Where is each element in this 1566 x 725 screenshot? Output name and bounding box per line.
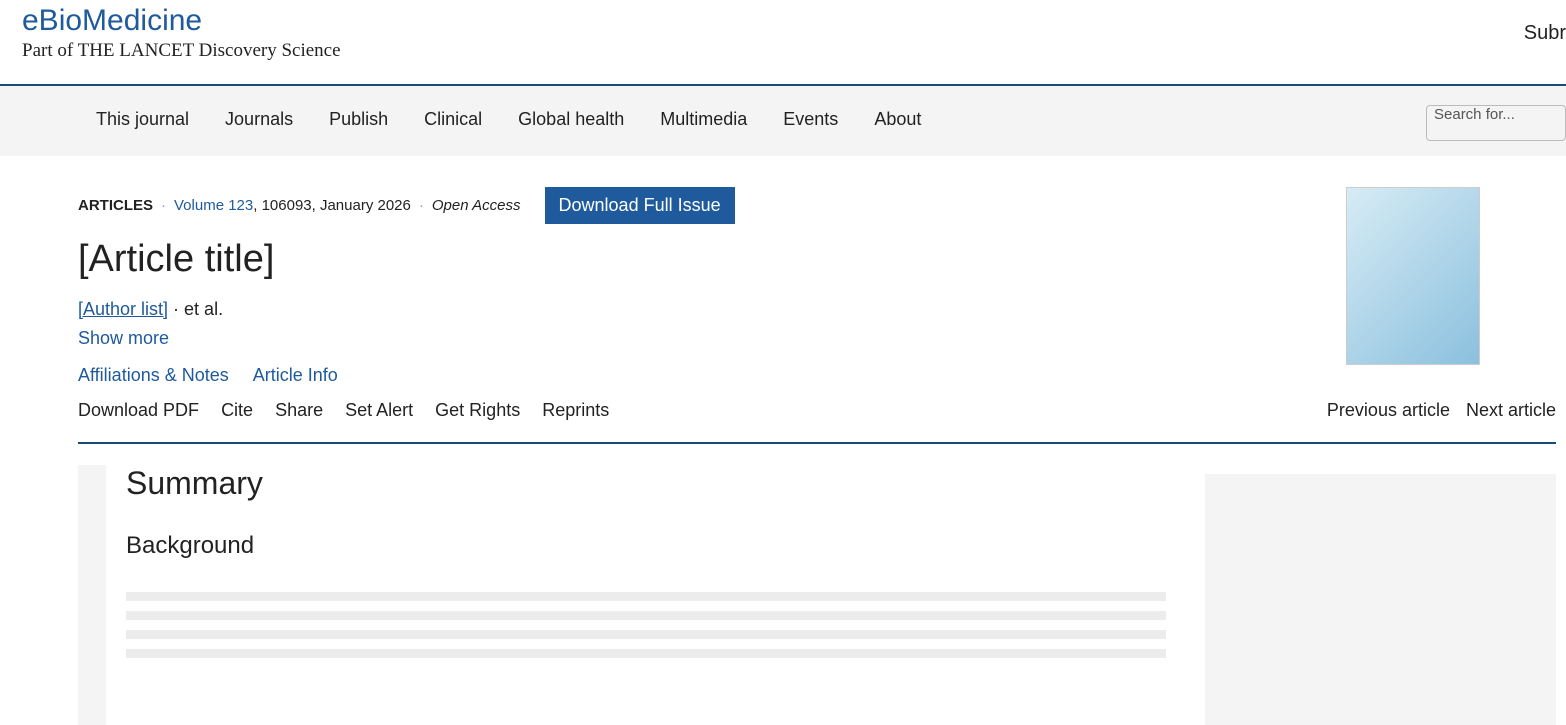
affiliations-toggle[interactable]: Affiliations & Notes [78,365,229,386]
article-type: ARTICLES [78,197,153,214]
article-title: [Article title] [78,238,275,280]
previous-article-link[interactable]: Previous article [1327,400,1450,442]
brand-title[interactable]: eBioMedicine [22,4,341,38]
article-info-toggle[interactable]: Article Info [253,365,338,386]
brand-subtitle: Part of THE LANCET Discovery Science [22,40,341,61]
brand[interactable]: eBioMedicine Part of THE LANCET Discover… [22,4,341,62]
nav-clinical[interactable]: Clinical [424,109,482,130]
figures-panel [1205,474,1556,725]
summary-heading: Summary [126,465,263,501]
navbar: This journal Journals Publish Clinical G… [0,86,1566,156]
article-actions: Download PDF Cite Share Set Alert Get Ri… [78,400,1556,444]
reprints-button[interactable]: Reprints [542,400,609,442]
article-citation: 106093, January 2026 [261,197,411,214]
cite-button[interactable]: Cite [221,400,253,442]
volume-link[interactable]: Volume 123 [174,197,253,214]
background-paragraph [126,582,1166,666]
set-alert-button[interactable]: Set Alert [345,400,413,442]
share-button[interactable]: Share [275,400,323,442]
open-access-label: Open Access [431,197,521,214]
author-link[interactable]: [Author list] [78,299,168,319]
search-input[interactable]: Search for... [1426,105,1566,141]
journal-cover[interactable] [1346,187,1480,365]
masthead: eBioMedicine Part of THE LANCET Discover… [0,0,1566,86]
nav-publish[interactable]: Publish [329,109,388,130]
nav-journals[interactable]: Journals [225,109,293,130]
article-body: Summary Background [126,465,1166,666]
nav-global-health[interactable]: Global health [518,109,624,130]
download-full-issue-button[interactable]: Download Full Issue [544,187,735,224]
next-article-link[interactable]: Next article [1466,400,1556,442]
nav-multimedia[interactable]: Multimedia [660,109,747,130]
author-list: [Author list] · et al. Show more [78,299,224,348]
info-toggles: Affiliations & Notes Article Info [78,365,1178,386]
nav-about[interactable]: About [874,109,921,130]
background-heading: Background [126,532,255,559]
article-header: ARTICLES · Volume 123, 106093, January 20… [78,187,1178,386]
download-pdf-button[interactable]: Download PDF [78,400,199,442]
show-more-link[interactable]: Show more [78,328,169,348]
nav-this-journal[interactable]: This journal [96,109,189,130]
submit-link[interactable]: Subr [1524,22,1566,45]
nav-events[interactable]: Events [783,109,838,130]
show-outline-tab[interactable] [78,465,106,725]
get-rights-button[interactable]: Get Rights [435,400,520,442]
article-meta: ARTICLES · Volume 123, 106093, January 20… [78,187,1178,224]
